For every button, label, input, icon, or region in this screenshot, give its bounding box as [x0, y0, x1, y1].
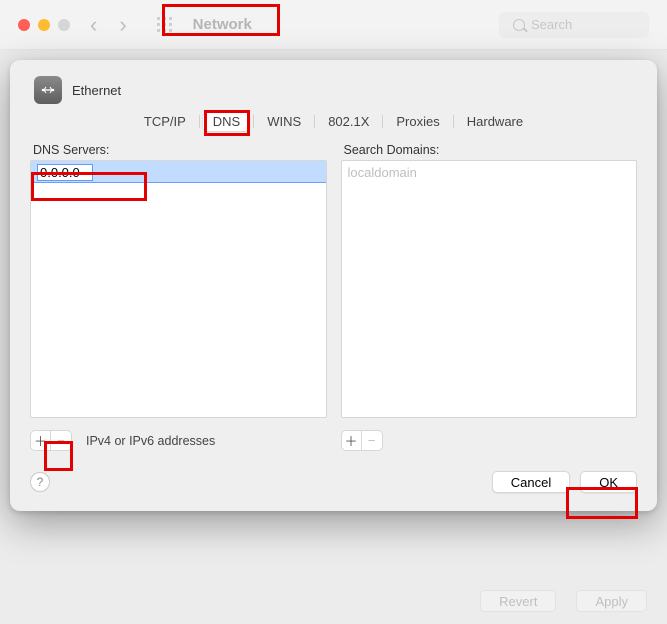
window-title: Network [193, 16, 252, 33]
ethernet-icon [34, 76, 62, 104]
tab-wins[interactable]: WINS [257, 112, 311, 131]
dns-servers-list[interactable] [30, 160, 327, 418]
dns-hint: IPv4 or IPv6 addresses [86, 434, 215, 448]
tab-bar: TCP/IP DNS WINS 802.1X Proxies Hardware [30, 112, 637, 131]
dns-server-input[interactable] [37, 164, 93, 181]
tab-hardware[interactable]: Hardware [457, 112, 533, 131]
search-icon [513, 19, 525, 31]
dns-server-entry-editing[interactable] [31, 161, 326, 183]
apply-button: Apply [576, 590, 647, 612]
window-controls [18, 19, 70, 31]
window-bottom-buttons: Revert Apply [480, 590, 647, 612]
search-add-button[interactable]: ＋ [341, 430, 362, 451]
back-button: ‹ [90, 14, 97, 36]
dns-sheet: Ethernet TCP/IP DNS WINS 802.1X Proxies … [10, 60, 657, 511]
revert-button: Revert [480, 590, 556, 612]
zoom-window-button [58, 19, 70, 31]
tab-8021x[interactable]: 802.1X [318, 112, 379, 131]
search-domains-label: Search Domains: [344, 143, 638, 157]
dns-remove-button: − [51, 430, 72, 451]
search-domains-column: Search Domains: localdomain ＋ − [341, 143, 638, 451]
help-button[interactable]: ? [30, 472, 50, 492]
nav-arrows: ‹ › [90, 14, 127, 36]
cancel-button[interactable]: Cancel [492, 471, 570, 493]
close-window-button[interactable] [18, 19, 30, 31]
search-domains-list[interactable]: localdomain [341, 160, 638, 418]
tab-tcpip[interactable]: TCP/IP [134, 112, 196, 131]
show-all-icon[interactable] [157, 17, 173, 33]
tab-proxies[interactable]: Proxies [386, 112, 449, 131]
forward-button: › [119, 14, 126, 36]
dns-add-button[interactable]: ＋ [30, 430, 51, 451]
preferences-toolbar: ‹ › Network Search [0, 0, 667, 50]
dns-servers-column: DNS Servers: ＋ − IPv4 or IPv6 addresses [30, 143, 327, 451]
search-placeholder: Search [531, 17, 572, 32]
search-remove-button: − [362, 430, 383, 451]
minimize-window-button[interactable] [38, 19, 50, 31]
interface-name: Ethernet [72, 83, 121, 98]
search-field[interactable]: Search [499, 12, 649, 38]
search-domain-entry[interactable]: localdomain [342, 161, 637, 183]
tab-dns[interactable]: DNS [203, 112, 250, 131]
ok-button[interactable]: OK [580, 471, 637, 493]
dns-servers-label: DNS Servers: [33, 143, 327, 157]
